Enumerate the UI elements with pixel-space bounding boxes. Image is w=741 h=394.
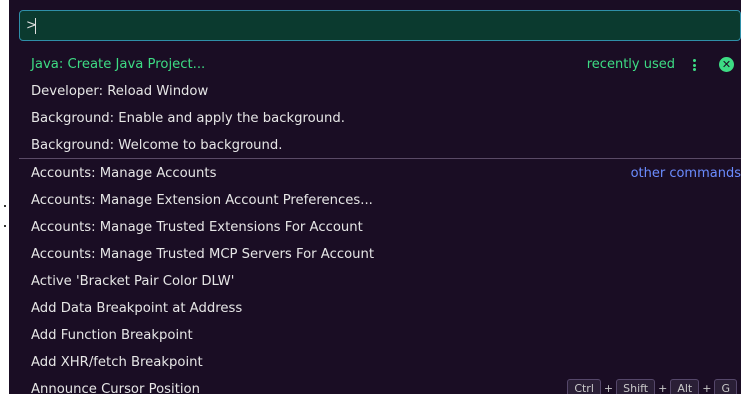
list-item-extension-account-prefs[interactable]: Accounts: Manage Extension Account Prefe… [19, 187, 741, 214]
list-item-label: Accounts: Manage Trusted Extensions For … [31, 220, 363, 235]
list-item-background-enable[interactable]: Background: Enable and apply the backgro… [19, 105, 741, 132]
recently-used-tag: recently used [586, 57, 675, 72]
command-input[interactable] [20, 11, 740, 40]
list-item-label: Active 'Bracket Pair Color DLW' [31, 274, 235, 289]
list-item-label: Add XHR/fetch Breakpoint [31, 355, 203, 370]
list-item-background-welcome[interactable]: Background: Welcome to background. [19, 132, 741, 159]
list-item-add-data-breakpoint[interactable]: Add Data Breakpoint at Address [19, 295, 741, 322]
keycap-shift: Shift [616, 379, 656, 394]
list-item-label: Background: Enable and apply the backgro… [31, 111, 345, 126]
list-item-label: Developer: Reload Window [31, 84, 209, 99]
keybinding-plus: + [658, 382, 668, 394]
list-item-add-function-breakpoint[interactable]: Add Function Breakpoint [19, 322, 741, 349]
command-input-box[interactable] [19, 10, 741, 41]
list-item-manage-accounts[interactable]: Accounts: Manage Accounts other commands [19, 160, 741, 187]
text-caret [35, 18, 36, 34]
background-edge-marks [0, 205, 9, 235]
list-item-label: Accounts: Manage Accounts [31, 166, 217, 181]
list-item-label: Accounts: Manage Trusted MCP Servers For… [31, 247, 375, 262]
list-item-bracket-pair-color[interactable]: Active 'Bracket Pair Color DLW' [19, 268, 741, 295]
keycap-alt: Alt [670, 379, 700, 394]
list-item-add-xhr-breakpoint[interactable]: Add XHR/fetch Breakpoint [19, 349, 741, 376]
list-item-label: Accounts: Manage Extension Account Prefe… [31, 193, 373, 208]
kebab-menu-icon[interactable] [693, 59, 697, 71]
keybinding-plus: + [603, 382, 614, 394]
keybinding: Ctrl + Shift + Alt + G [567, 379, 737, 394]
list-item-label: Announce Cursor Position [31, 382, 200, 394]
keybinding-plus: + [702, 382, 712, 394]
list-item-trusted-extensions[interactable]: Accounts: Manage Trusted Extensions For … [19, 214, 741, 241]
list-item-announce-cursor[interactable]: Announce Cursor Position Ctrl + Shift + Alt +… [19, 376, 741, 394]
list-item-label: Add Data Breakpoint at Address [31, 301, 243, 316]
list-item-trusted-mcp-servers[interactable]: Accounts: Manage Trusted MCP Servers For… [19, 241, 741, 268]
list-item-label: Background: Welcome to background. [31, 138, 283, 153]
command-palette: Java: Create Java Project... recently us… [9, 0, 741, 394]
list-item-java-create-project[interactable]: Java: Create Java Project... recently us… [19, 51, 741, 78]
group-separator [19, 158, 741, 159]
list-item-reload-window[interactable]: Developer: Reload Window [19, 78, 741, 105]
keycap-ctrl: Ctrl [567, 379, 601, 394]
list-item-label: Java: Create Java Project... [31, 57, 206, 72]
keycap-g: G [714, 379, 737, 394]
other-commands-tag: other commands [630, 166, 741, 181]
list-item-label: Add Function Breakpoint [31, 328, 193, 343]
close-circle-icon[interactable]: ✕ [719, 57, 734, 72]
